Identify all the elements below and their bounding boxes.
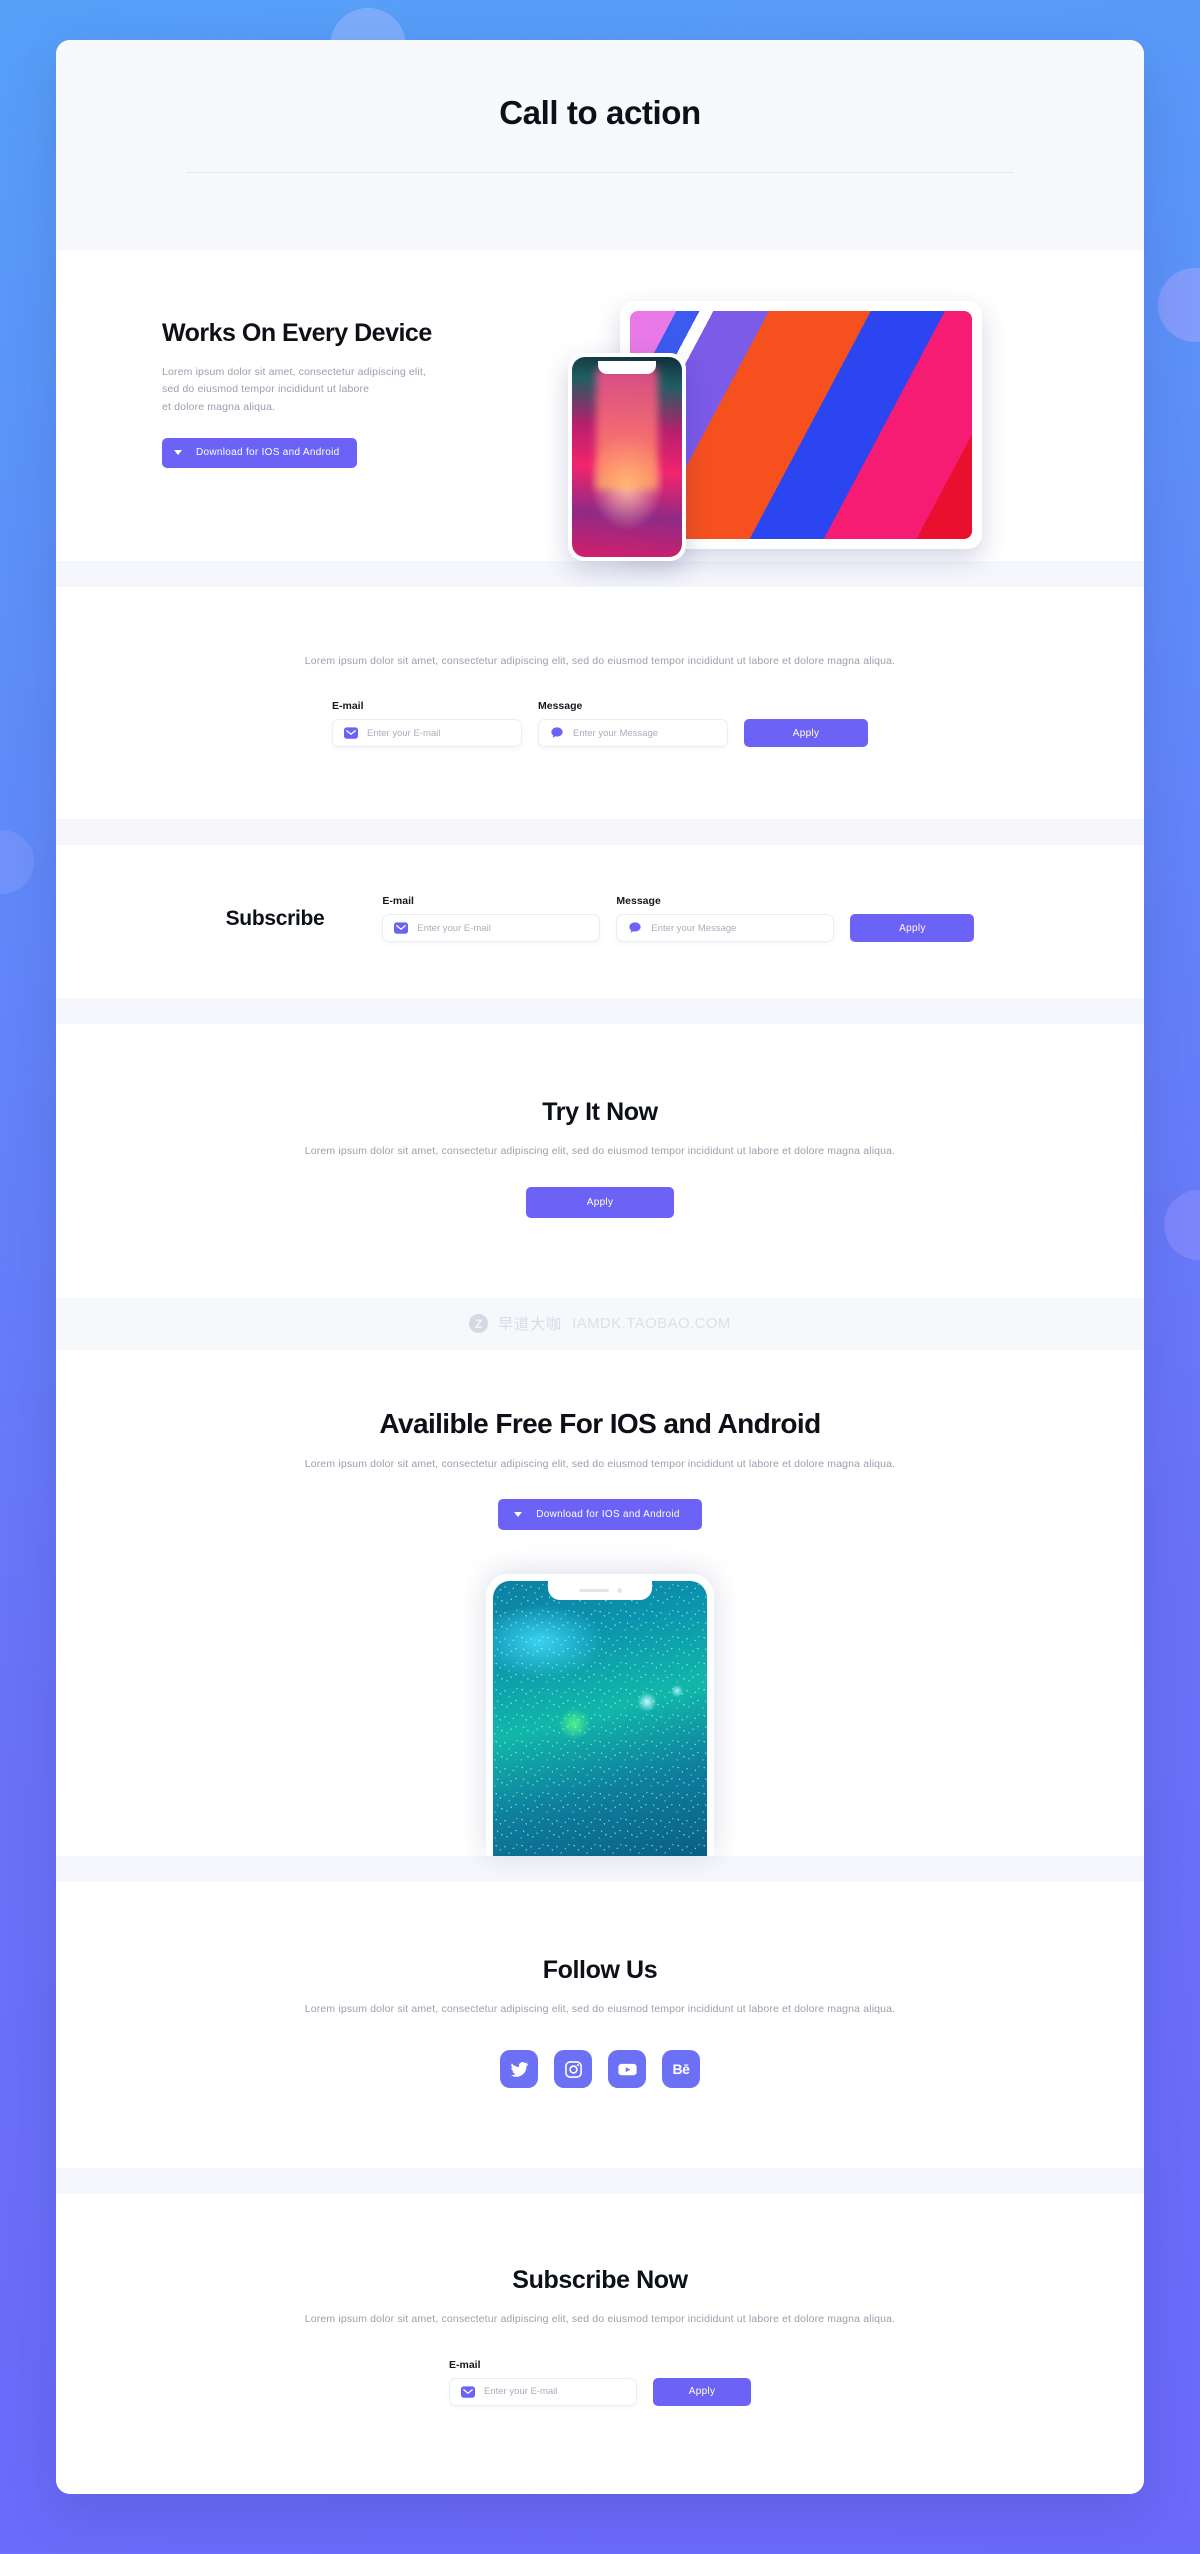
phone-notch: [548, 1580, 652, 1600]
section-divider: [56, 998, 1144, 1025]
section-works-on-every-device: Works On Every Device Lorem ipsum dolor …: [56, 251, 1144, 561]
email-field-group: E-mail: [332, 700, 522, 748]
background-circle-decoration: [1164, 1190, 1200, 1260]
section-follow-us: Follow Us Lorem ipsum dolor sit amet, co…: [56, 1881, 1144, 2169]
email-field-group: E-mail: [449, 2359, 637, 2406]
apply-button[interactable]: Apply: [526, 1186, 674, 1218]
message-input[interactable]: [573, 727, 716, 739]
section-divider: [56, 2168, 1144, 2195]
page-header: Call to action: [56, 40, 1144, 173]
section-inline-form: Lorem ipsum dolor sit amet, consectetur …: [56, 587, 1144, 820]
section-try-it-now: Try It Now Lorem ipsum dolor sit amet, c…: [56, 1024, 1144, 1298]
phone-screen-gradient-corridor-image: [572, 357, 682, 557]
device-section-copy: Works On Every Device Lorem ipsum dolor …: [56, 297, 526, 468]
youtube-icon: [617, 2063, 637, 2076]
device-mockup-art: [568, 301, 988, 561]
message-field-group: Message: [538, 700, 728, 748]
device-section-paragraph: Lorem ipsum dolor sit amet, consectetur …: [162, 364, 526, 416]
email-field-label: E-mail: [332, 700, 364, 713]
phone-mockup-large: [486, 1573, 714, 1856]
email-input[interactable]: [484, 2386, 625, 2398]
section-divider: [56, 819, 1144, 846]
subscribe-now-field-row: E-mail Apply: [56, 2359, 1144, 2406]
email-input-wrapper[interactable]: [449, 2377, 637, 2406]
email-input-wrapper[interactable]: [382, 914, 601, 943]
subscribe-heading: Subscribe: [225, 906, 325, 930]
download-ios-android-button[interactable]: Download for IOS and Android: [498, 1498, 702, 1530]
try-it-now-paragraph: Lorem ipsum dolor sit amet, consectetur …: [304, 1145, 896, 1158]
email-field-label: E-mail: [449, 2358, 481, 2371]
chat-bubble-icon: [551, 727, 563, 739]
background-circle-decoration: [1158, 268, 1200, 342]
paragraph-line-3: et dolore magna aliqua.: [162, 400, 276, 413]
page-title: Call to action: [499, 94, 701, 131]
message-field-label: Message: [538, 700, 583, 713]
email-input-wrapper[interactable]: [332, 719, 522, 748]
email-input[interactable]: [367, 727, 510, 739]
try-it-now-heading: Try It Now: [542, 1098, 658, 1127]
envelope-icon: [344, 727, 358, 739]
z-circle-logo-icon: Z: [469, 1314, 489, 1334]
watermark-band: Z 早道大咖 IAMDK.TAOBAO.COM: [56, 1297, 1144, 1350]
availible-paragraph: Lorem ipsum dolor sit amet, consectetur …: [304, 1457, 896, 1470]
envelope-icon: [394, 922, 409, 934]
follow-us-paragraph: Lorem ipsum dolor sit amet, consectetur …: [304, 2002, 896, 2015]
subscribe-now-paragraph: Lorem ipsum dolor sit amet, consectetur …: [304, 2313, 896, 2326]
subscribe-now-heading: Subscribe Now: [512, 2266, 688, 2295]
follow-us-heading: Follow Us: [542, 1955, 658, 1984]
twitter-icon: [510, 2061, 528, 2077]
notch-camera: [616, 1587, 622, 1593]
message-input-wrapper[interactable]: [616, 914, 835, 943]
inline-form-field-row: E-mail Message Apply: [56, 700, 1144, 748]
section-divider: [56, 1855, 1144, 1882]
message-field-group: Message: [616, 895, 835, 943]
social-link-instagram[interactable]: [554, 2050, 592, 2089]
chevron-down-icon: [174, 450, 182, 456]
message-field-label: Message: [616, 895, 661, 908]
envelope-icon: [461, 2385, 475, 2398]
watermark-cn-text: 早道大咖: [498, 1316, 563, 1334]
section-availible-free: Availible Free For IOS and Android Lorem…: [56, 1349, 1144, 1856]
email-field-label: E-mail: [382, 895, 414, 908]
background-circle-decoration: [0, 830, 34, 894]
subscribe-field-row: E-mail Message Apply: [382, 895, 975, 943]
device-section-heading: Works On Every Device: [162, 319, 432, 347]
phone-notch: [598, 361, 656, 374]
inline-form-paragraph: Lorem ipsum dolor sit amet, consectetur …: [304, 655, 896, 667]
download-button-label: Download for IOS and Android: [536, 1508, 680, 1520]
phone-mockup: [568, 353, 686, 561]
chat-bubble-icon: [629, 922, 642, 934]
social-link-behance[interactable]: Bē: [662, 2050, 700, 2089]
watermark-url-text: IAMDK.TAOBAO.COM: [572, 1315, 731, 1333]
section-subscribe-now: Subscribe Now Lorem ipsum dolor sit amet…: [56, 2194, 1144, 2494]
apply-button[interactable]: Apply: [744, 719, 868, 748]
apply-button[interactable]: Apply: [850, 914, 975, 943]
availible-heading: Availible Free For IOS and Android: [379, 1407, 821, 1439]
phone-screen-concert-crowd-image: [493, 1580, 707, 1856]
chevron-down-icon: [514, 1511, 523, 1517]
behance-icon: Bē: [672, 2061, 690, 2078]
email-field-group: E-mail: [382, 895, 601, 943]
page-card: Call to action Works On Every Device Lor…: [56, 40, 1144, 2494]
download-ios-android-button[interactable]: Download for IOS and Android: [162, 437, 358, 468]
message-input-wrapper[interactable]: [538, 719, 728, 748]
section-divider: [56, 561, 1144, 587]
header-spacer: [56, 173, 1144, 251]
download-button-label: Download for IOS and Android: [196, 447, 340, 459]
social-link-youtube[interactable]: [608, 2050, 646, 2089]
social-links-row: Bē: [56, 2050, 1144, 2089]
message-input[interactable]: [651, 922, 823, 934]
paragraph-line-2: sed do eiusmod tempor incididunt ut labo…: [162, 383, 370, 396]
section-subscribe: Subscribe E-mail Message: [56, 845, 1144, 999]
email-input[interactable]: [417, 922, 589, 934]
apply-button[interactable]: Apply: [653, 2377, 751, 2406]
social-link-twitter[interactable]: [500, 2050, 538, 2089]
notch-speaker: [578, 1588, 609, 1592]
paragraph-line-1: Lorem ipsum dolor sit amet, consectetur …: [162, 366, 427, 378]
instagram-icon: [564, 2060, 582, 2078]
